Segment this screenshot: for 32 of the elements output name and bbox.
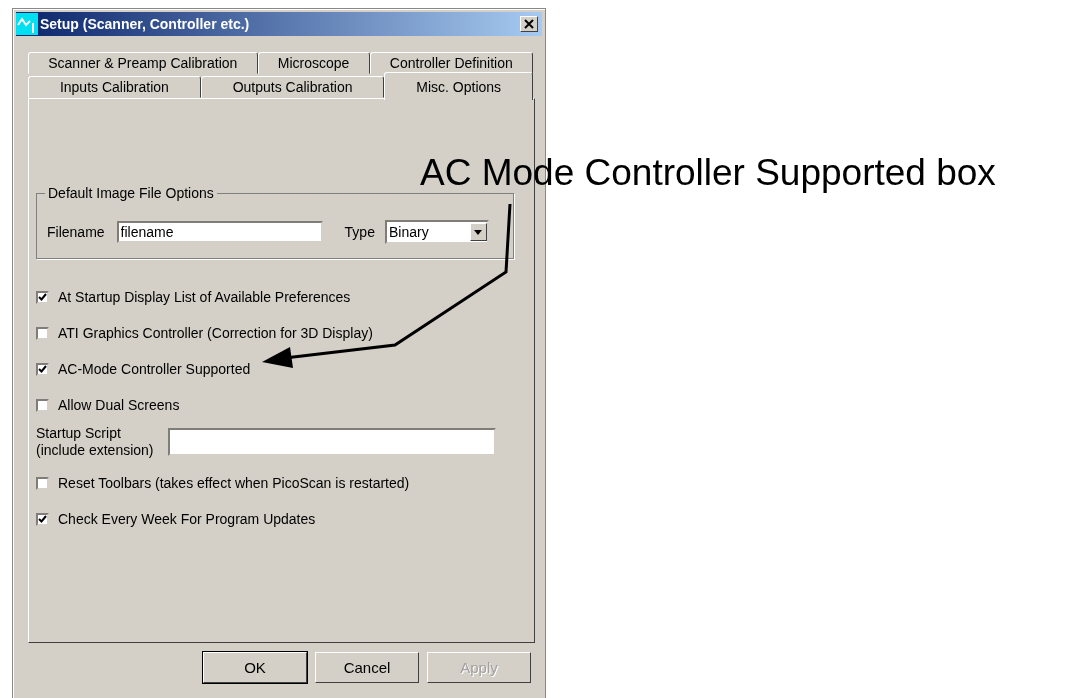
tab[interactable]: Scanner & Preamp Calibration (28, 52, 258, 74)
startup-script-field[interactable] (168, 428, 496, 456)
dialog-button[interactable]: OK (203, 652, 307, 683)
field-label: Startup Script (include extension) (36, 425, 155, 459)
tab[interactable]: Misc. Options (384, 72, 533, 100)
group-title: Default Image File Options (45, 185, 217, 201)
checkbox-label: At Startup Display List of Available Preferences (58, 289, 351, 305)
close-button[interactable] (520, 16, 538, 32)
checkbox-label: Reset Toolbars (takes effect when PicoScan is restarted) (58, 475, 410, 491)
checkbox[interactable] (36, 362, 49, 376)
filename-label: Filename (47, 224, 105, 240)
checkbox[interactable] (36, 326, 49, 340)
checkbox[interactable] (36, 290, 49, 304)
filename-field[interactable]: filename (116, 221, 323, 243)
checkbox[interactable] (36, 398, 49, 412)
close-icon (524, 19, 534, 29)
app-icon (16, 13, 38, 35)
checkbox-label: ATI Graphics Controller (Correction for 3D Display) (58, 325, 373, 341)
checkbox[interactable] (36, 512, 49, 526)
window-title: Setup (Scanner, Controller etc.) (40, 16, 251, 32)
checkbox-label: AC-Mode Controller Supported (58, 361, 251, 377)
type-label: Type (344, 224, 375, 240)
dialog-button[interactable]: Cancel (315, 652, 419, 683)
tab[interactable]: Microscope (257, 52, 370, 74)
checkbox[interactable] (36, 476, 49, 490)
tab[interactable]: Outputs Calibration (200, 76, 385, 98)
tab[interactable]: Inputs Calibration (28, 76, 201, 98)
tab[interactable]: Controller Definition (369, 52, 533, 74)
type-dropdown[interactable]: Binary (384, 220, 489, 244)
dropdown-arrow-icon (474, 229, 483, 235)
checkbox-label: Allow Dual Screens (58, 397, 180, 413)
checkbox-label: Check Every Week For Program Updates (58, 511, 316, 527)
